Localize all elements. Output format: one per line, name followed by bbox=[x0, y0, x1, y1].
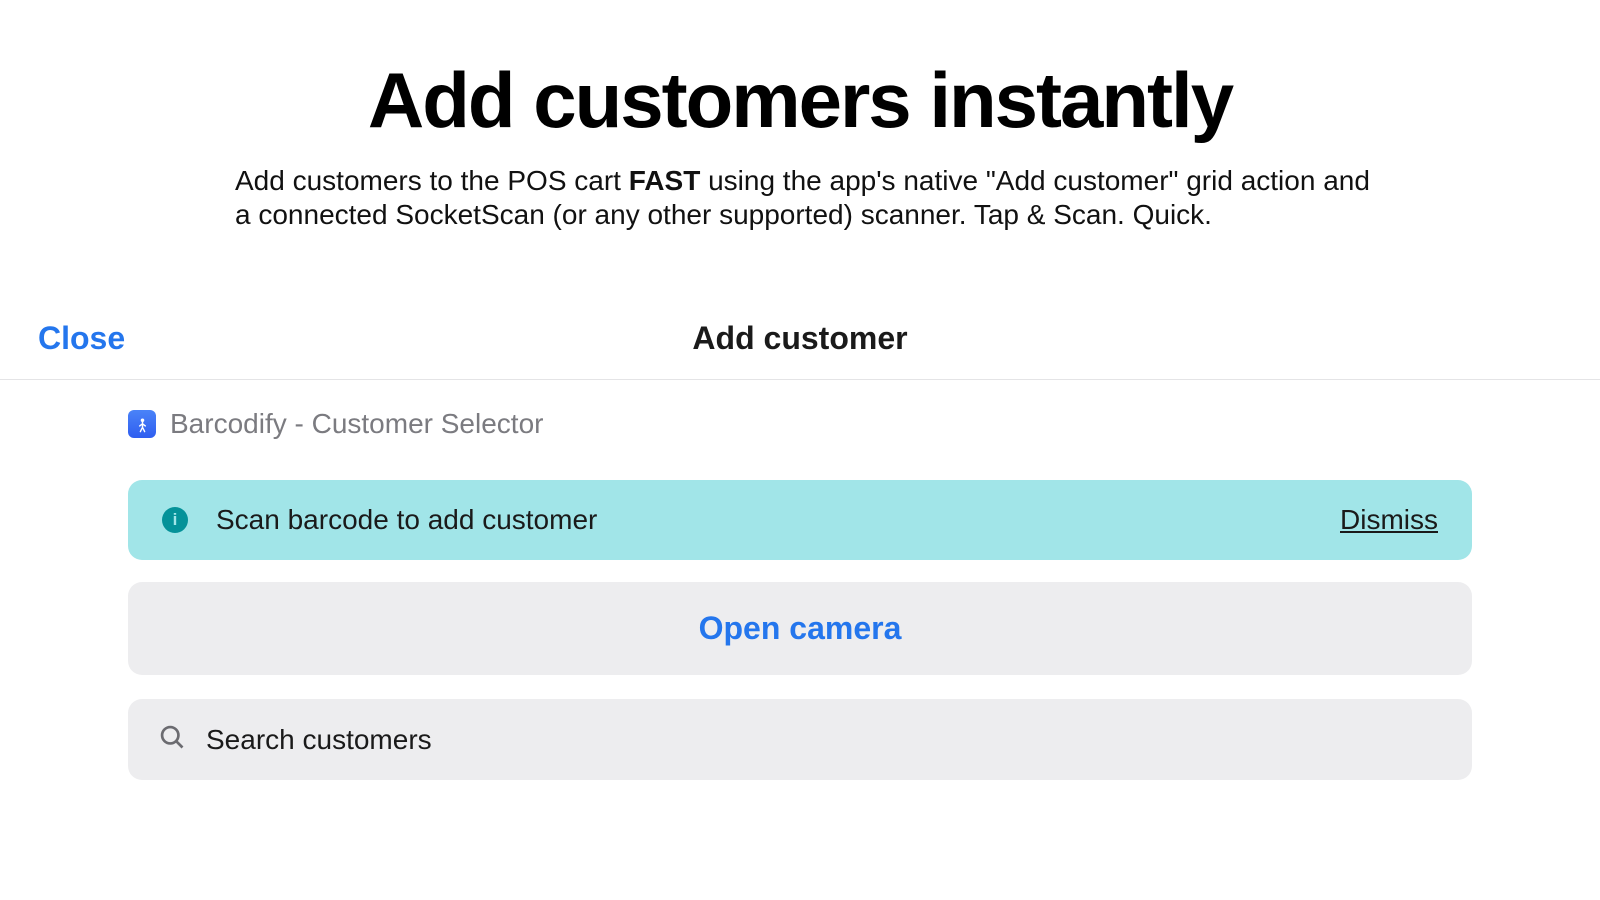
info-icon: i bbox=[162, 507, 188, 533]
content-area: Barcodify - Customer Selector i Scan bar… bbox=[0, 380, 1600, 780]
hero-description: Add customers to the POS cart FAST using… bbox=[220, 164, 1380, 232]
app-icon bbox=[128, 410, 156, 438]
search-icon bbox=[158, 723, 186, 756]
info-banner: i Scan barcode to add customer Dismiss bbox=[128, 480, 1472, 560]
hero-title: Add customers instantly bbox=[0, 55, 1600, 146]
search-row[interactable] bbox=[128, 699, 1472, 780]
banner-left: i Scan barcode to add customer bbox=[162, 504, 597, 536]
nav-bar: Close Add customer bbox=[0, 320, 1600, 380]
nav-title: Add customer bbox=[692, 320, 907, 357]
app-name: Barcodify - Customer Selector bbox=[170, 408, 543, 440]
hero-desc-bold: FAST bbox=[629, 165, 701, 196]
open-camera-button[interactable]: Open camera bbox=[128, 582, 1472, 675]
close-button[interactable]: Close bbox=[38, 320, 125, 357]
hero-section: Add customers instantly Add customers to… bbox=[0, 0, 1600, 232]
dismiss-button[interactable]: Dismiss bbox=[1340, 504, 1438, 536]
hero-desc-pre: Add customers to the POS cart bbox=[235, 165, 629, 196]
banner-text: Scan barcode to add customer bbox=[216, 504, 597, 536]
app-header-row: Barcodify - Customer Selector bbox=[128, 408, 1472, 440]
search-input[interactable] bbox=[206, 724, 1442, 756]
